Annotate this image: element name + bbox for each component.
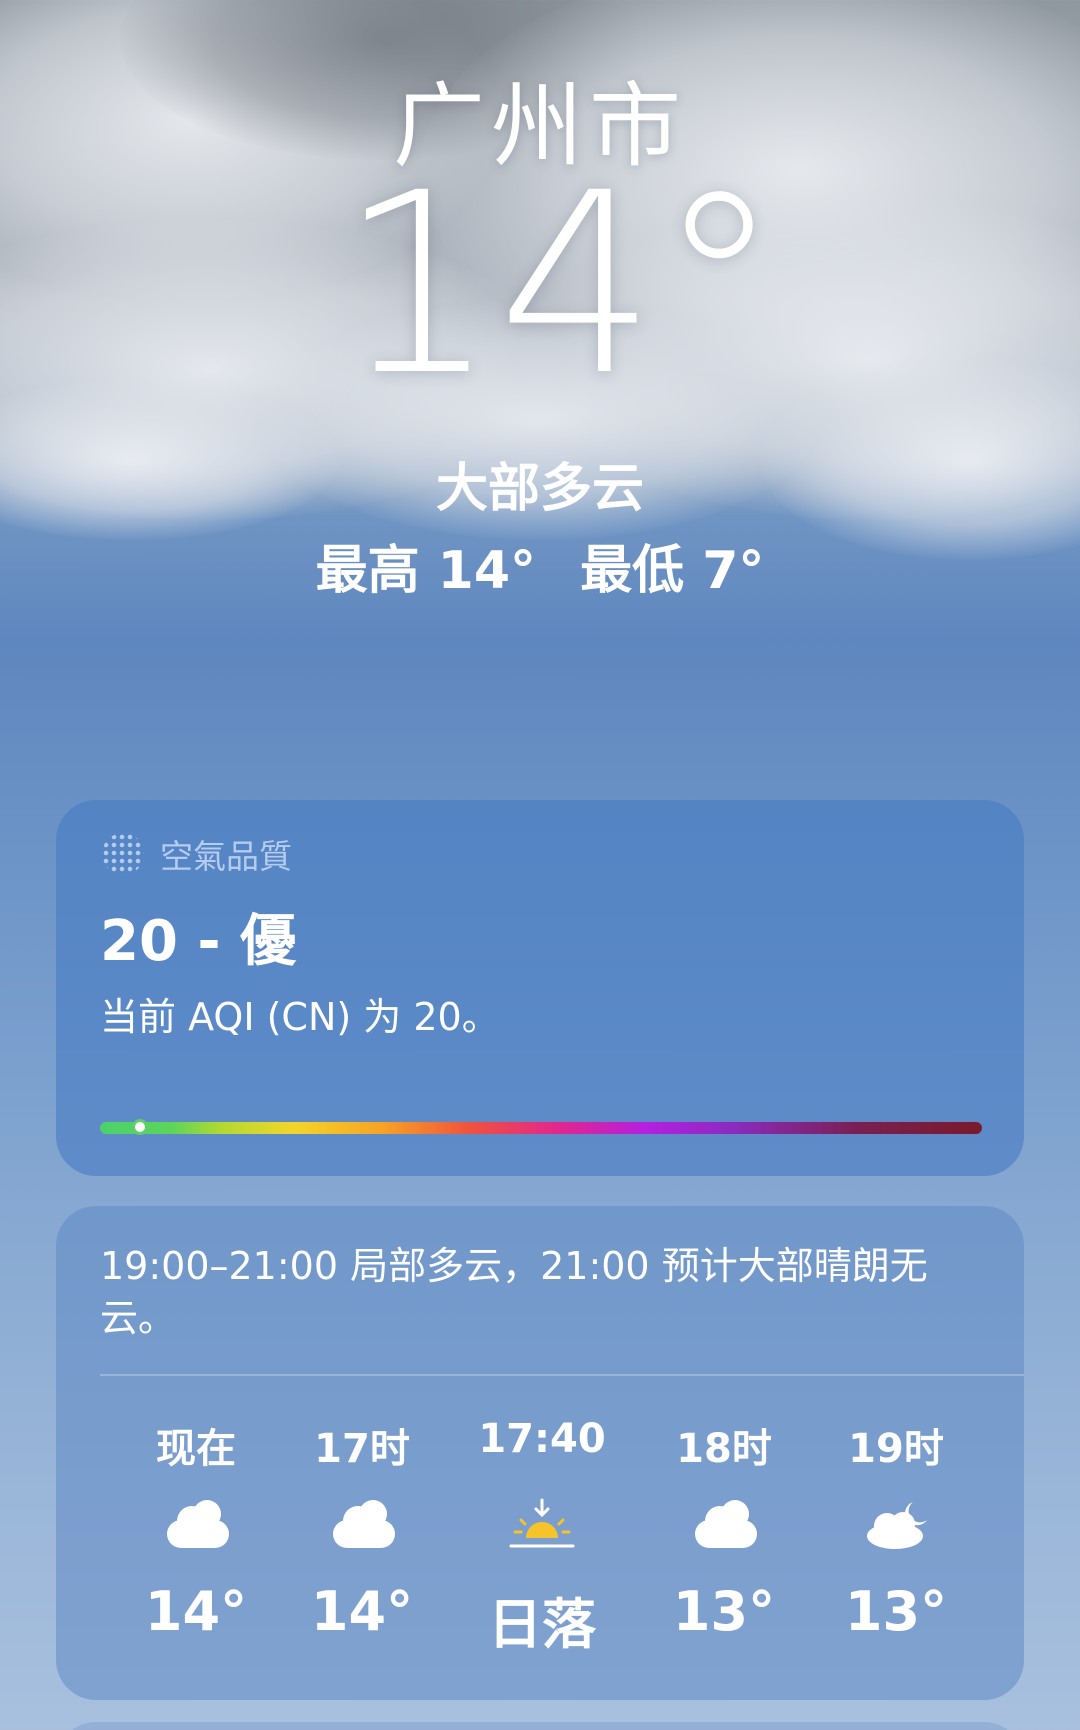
hourly-item: 现在 14° [116,1206,276,1700]
air-quality-header: 空氣品質 [102,830,292,878]
hourly-item: 17:40 日落 [462,1206,622,1700]
next-card-peek [56,1722,1024,1730]
current-condition: 大部多云 [435,459,644,519]
hourly-item: 17时 14° [282,1206,442,1700]
hour-temperature: 日落 [488,1593,596,1656]
current-temperature: 14° [338,139,782,430]
air-quality-icon [102,833,144,875]
hour-label: 18时 [676,1426,772,1472]
hourly-item: 2013 [984,1206,1024,1700]
hourly-forecast-card[interactable]: 19:00–21:00 局部多云，21:00 预计大部晴朗无云。 现在 14° 17… [56,1206,1024,1700]
hour-temperature: 13° [672,1580,776,1643]
high-temperature: 最高 14° [315,541,537,601]
hourly-forecast-list[interactable]: 现在 14° 17时 14° 17:40 日落 18时 13° 19时 13° 2013 [56,1206,1024,1700]
cloud-icon [689,1498,759,1548]
cloud-icon [327,1498,397,1548]
aqi-description: 当前 AQI (CN) 为 20。 [100,995,500,1039]
aqi-indicator-dot [131,1119,148,1135]
cloud-moon-icon [861,1498,931,1549]
hourly-item: 19时 13° [816,1206,976,1700]
hour-temperature: 14° [310,1580,414,1643]
hour-temperature: 14° [144,1580,248,1643]
hour-label: 17时 [314,1426,410,1472]
low-temperature: 最低 7° [580,541,765,601]
high-low-temperature: 最高 14° 最低 7° [0,528,1080,603]
hourly-item: 18时 13° [644,1206,804,1700]
hour-label: 19时 [848,1426,944,1472]
aqi-value: 20 - 優 [100,909,297,974]
cloud-icon [161,1498,231,1548]
hour-temperature: 13° [844,1580,948,1643]
air-quality-card[interactable]: 空氣品質 20 - 優 当前 AQI (CN) 为 20。 [56,800,1024,1176]
aqi-scale-bar [100,1119,982,1135]
air-quality-title: 空氣品質 [160,837,292,876]
hour-label: 17:40 [478,1416,606,1462]
hour-label: 现在 [156,1426,236,1472]
sunset-icon [507,1498,577,1548]
